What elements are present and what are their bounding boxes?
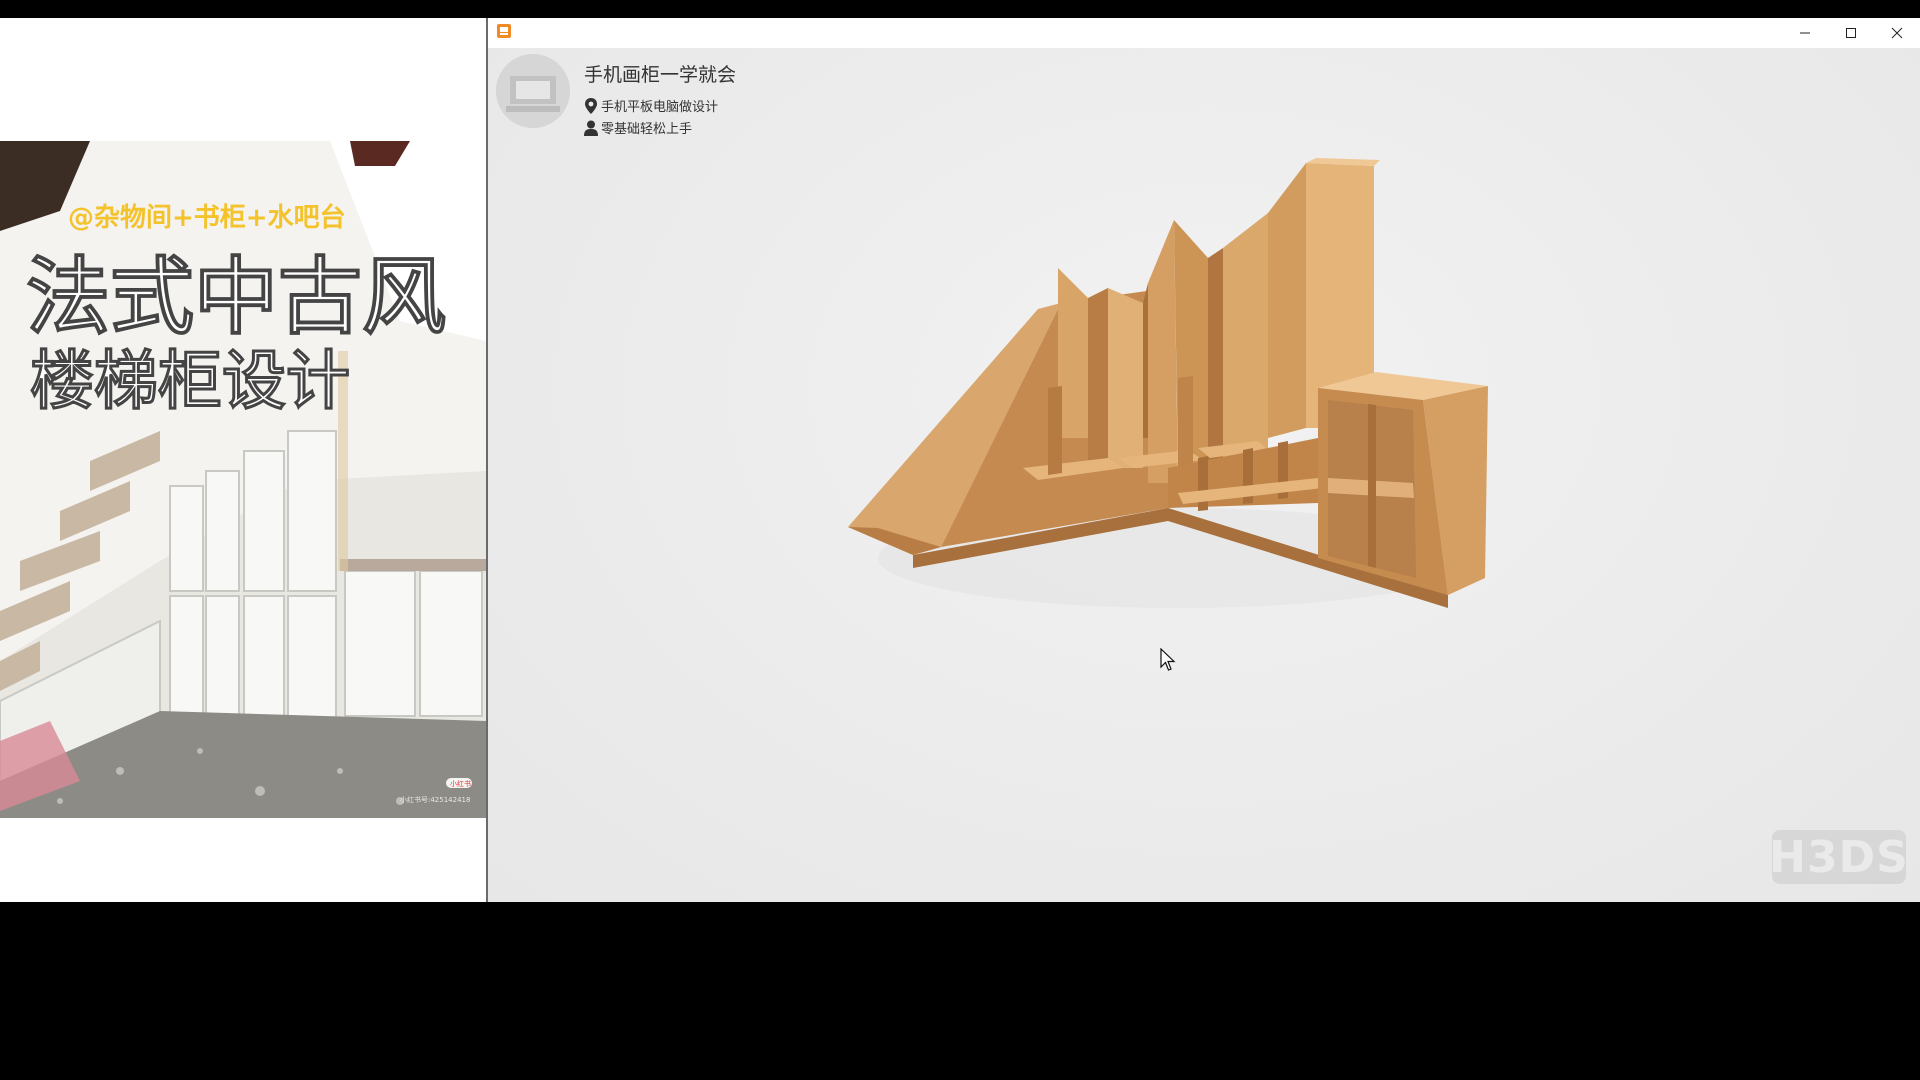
title-bar (488, 18, 1920, 48)
profile-title: 手机画柜一学就会 (584, 64, 737, 86)
location-pin-icon (585, 97, 597, 114)
3d-viewport[interactable]: 手机画柜一学就会 手机平板电脑做设计 零基础轻松上手 H3DS (488, 48, 1920, 902)
minimize-button[interactable] (1782, 18, 1828, 48)
photo-title-line-2: 楼梯柜设计 (30, 345, 350, 419)
close-icon (1891, 27, 1903, 39)
minimize-icon (1800, 32, 1810, 34)
stair-cabinet-model[interactable] (848, 138, 1508, 618)
close-button[interactable] (1874, 18, 1920, 48)
profile-location-text: 手机平板电脑做设计 (601, 100, 719, 115)
app-icon (497, 24, 511, 38)
staircase-photo: @杂物间+书柜+水吧台 法式中古风 楼梯柜设计 小红书 小红书号:4251424… (0, 141, 486, 818)
avatar[interactable] (496, 54, 570, 128)
left-pane: @杂物间+书柜+水吧台 法式中古风 楼梯柜设计 小红书 小红书号:4251424… (0, 18, 486, 902)
photo-corner-id: 小红书号:425142418 (400, 795, 470, 804)
profile-location-line: 手机平板电脑做设计 (584, 96, 718, 115)
photo-title-line-1: 法式中古风 (26, 248, 446, 346)
profile-user-line: 零基础轻松上手 (584, 118, 692, 137)
app-window: 手机画柜一学就会 手机平板电脑做设计 零基础轻松上手 H3DS (486, 18, 1920, 902)
photo-corner-badge: 小红书 (450, 779, 471, 788)
user-icon (584, 120, 598, 136)
h3ds-watermark: H3DS (1769, 830, 1909, 884)
mouse-cursor-icon (1160, 648, 1176, 671)
photo-tag-text: @杂物间+书柜+水吧台 (68, 202, 346, 233)
reference-photo: @杂物间+书柜+水吧台 法式中古风 楼梯柜设计 小红书 小红书号:4251424… (0, 141, 486, 818)
profile-user-text: 零基础轻松上手 (601, 122, 693, 137)
maximize-icon (1846, 28, 1856, 38)
maximize-button[interactable] (1828, 18, 1874, 48)
watermark-text: H3DS (1769, 831, 1909, 883)
